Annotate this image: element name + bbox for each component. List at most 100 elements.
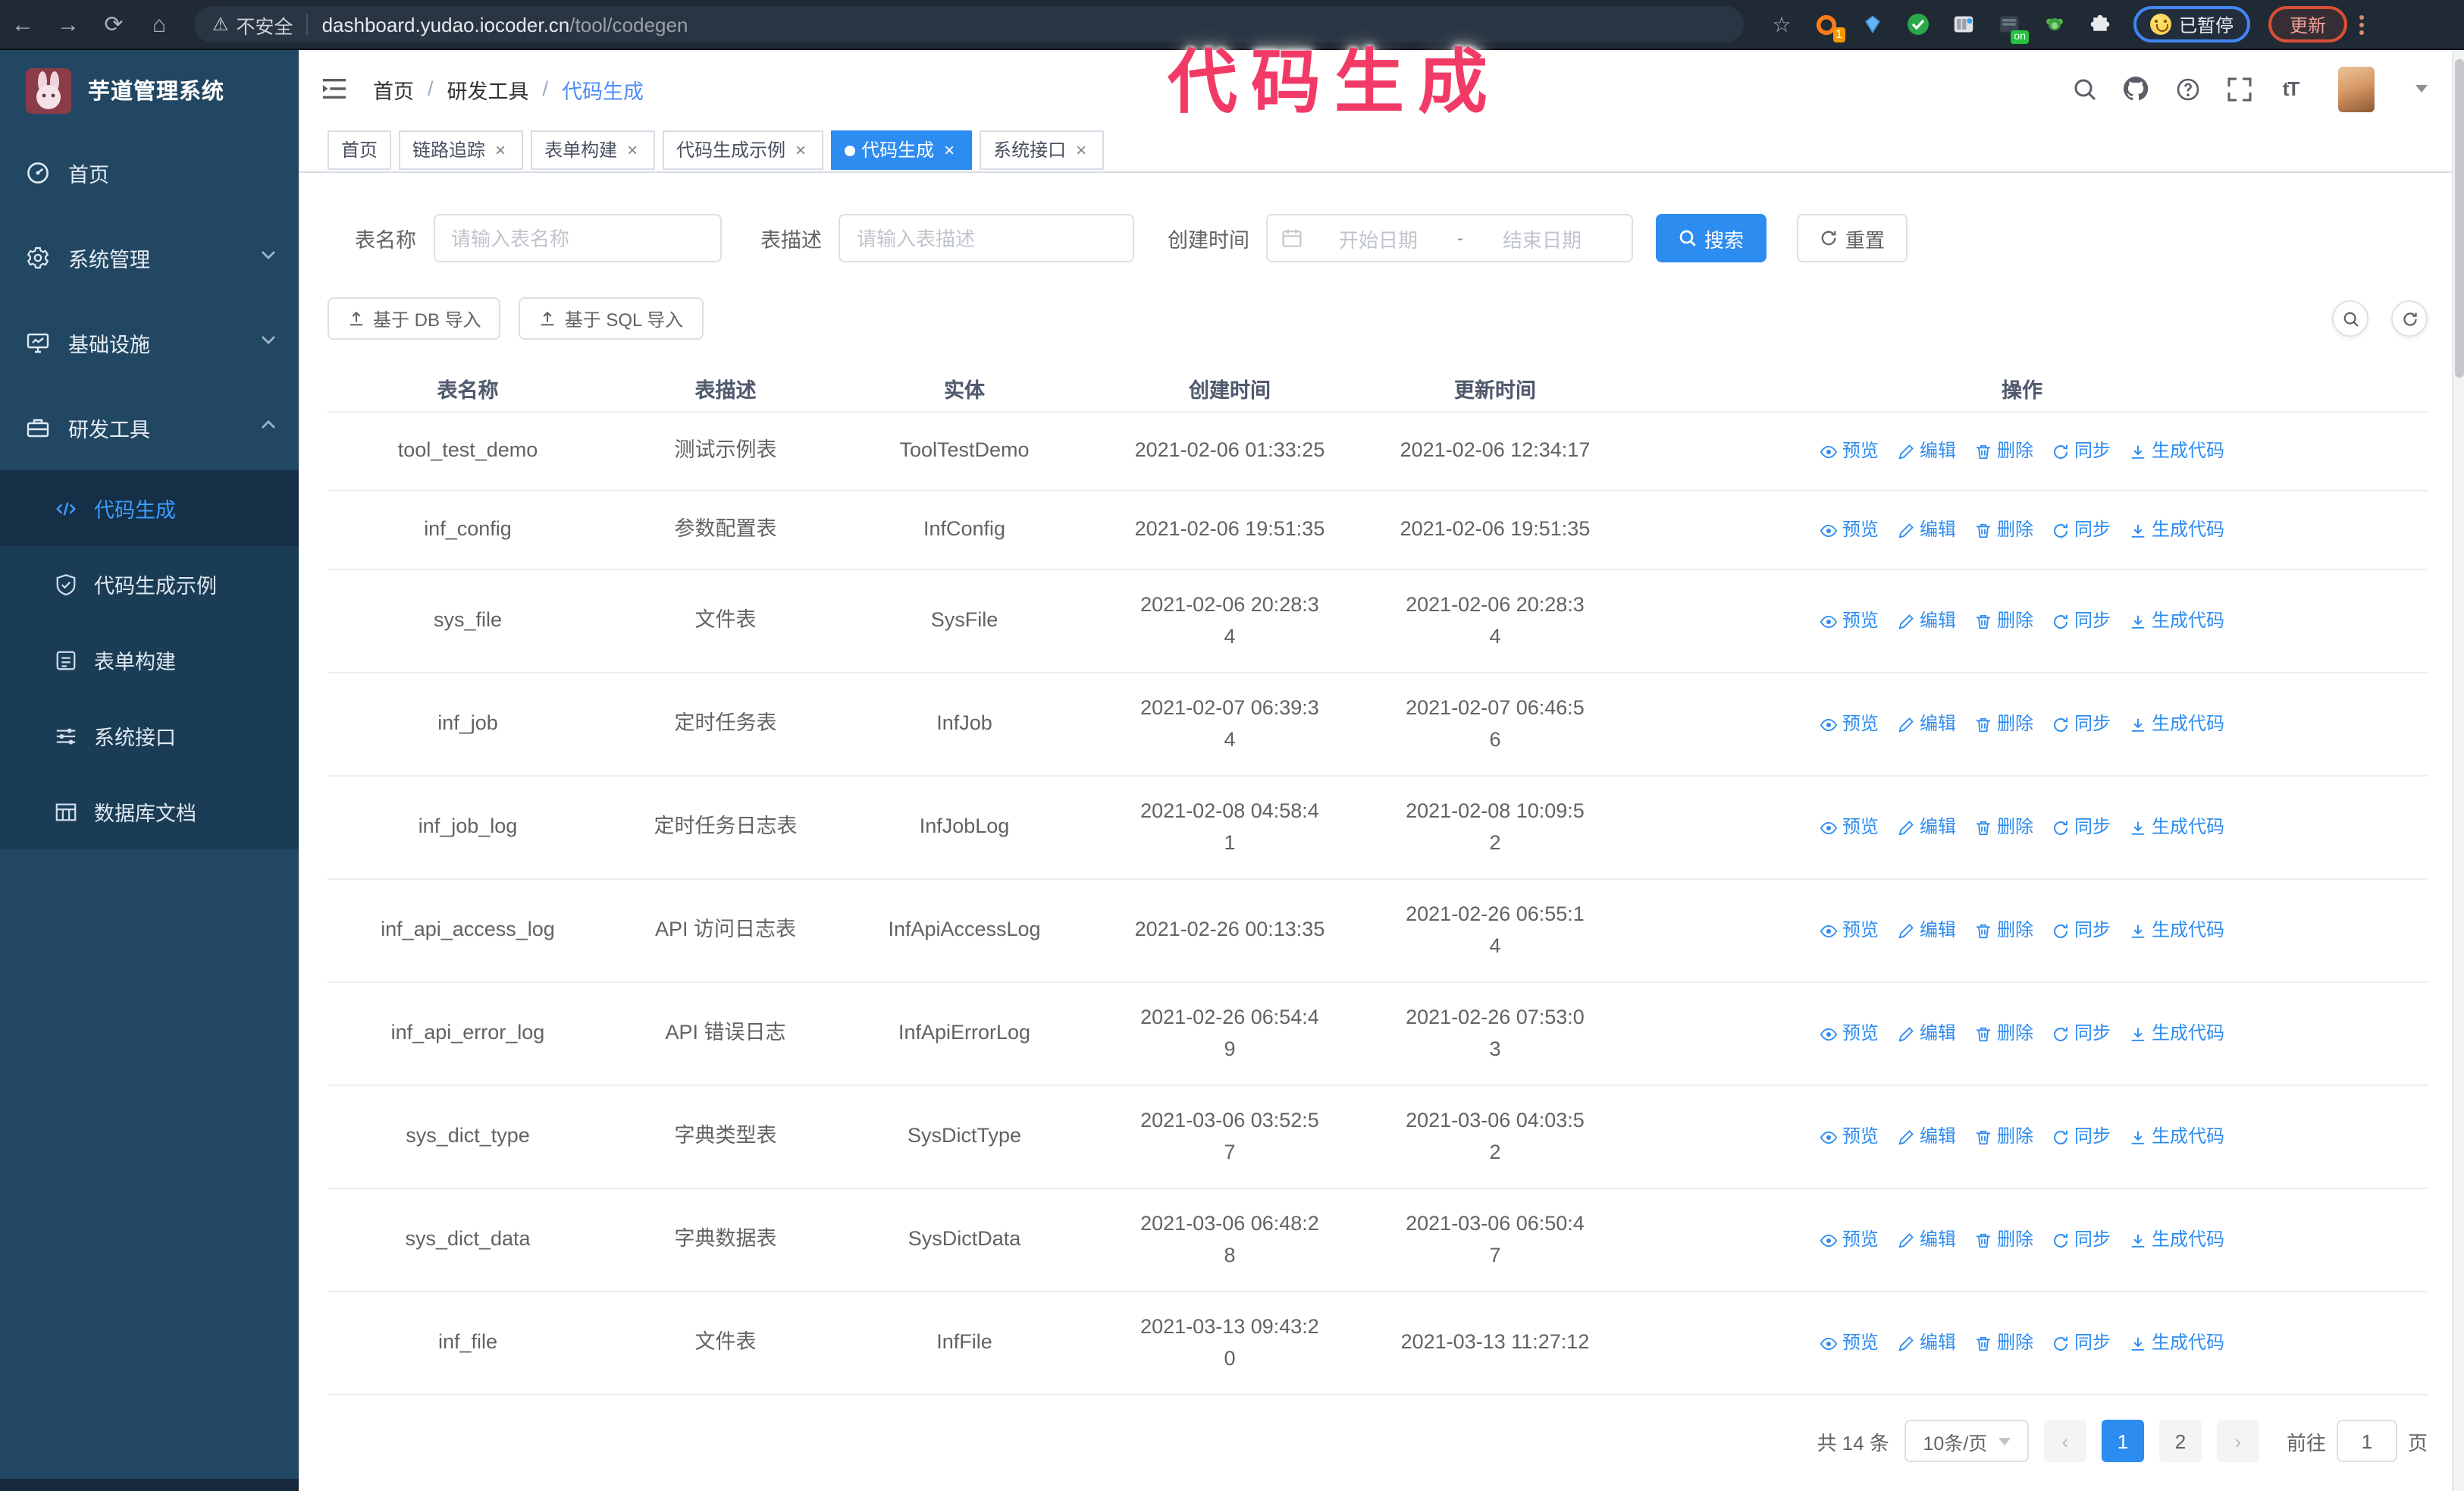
sync-link[interactable]: 同步 — [2052, 437, 2111, 465]
update-button[interactable]: 更新 — [2268, 6, 2348, 42]
edit-link[interactable]: 编辑 — [1897, 710, 1956, 738]
profile-paused-pill[interactable]: 已暂停 — [2133, 6, 2251, 42]
refresh-table-button[interactable] — [2391, 300, 2428, 337]
extension-monkey-icon[interactable] — [2041, 11, 2067, 37]
delete-link[interactable]: 删除 — [1974, 1329, 2033, 1357]
goto-page-input[interactable] — [2336, 1420, 2397, 1462]
tab-trace[interactable]: 链路追踪 × — [399, 130, 524, 170]
extension-dark-on-icon[interactable]: on — [1995, 11, 2029, 43]
sidebar-item-form-builder[interactable]: 表单构建 — [0, 622, 299, 698]
generate-code-link[interactable]: 生成代码 — [2129, 437, 2224, 465]
preview-link[interactable]: 预览 — [1820, 516, 1879, 544]
page-scrollbar[interactable] — [2452, 50, 2464, 1491]
tab-close-icon[interactable]: × — [623, 132, 641, 168]
preview-link[interactable]: 预览 — [1820, 710, 1879, 738]
delete-link[interactable]: 删除 — [1974, 516, 2033, 544]
sync-link[interactable]: 同步 — [2052, 607, 2111, 635]
edit-link[interactable]: 编辑 — [1897, 516, 1956, 544]
extensions-puzzle-icon[interactable] — [2086, 11, 2112, 37]
delete-link[interactable]: 删除 — [1974, 607, 2033, 635]
tab-close-icon[interactable]: × — [940, 132, 958, 168]
edit-link[interactable]: 编辑 — [1897, 1019, 1956, 1047]
generate-code-link[interactable]: 生成代码 — [2129, 607, 2224, 635]
page-button-2[interactable]: 2 — [2158, 1420, 2202, 1462]
preview-link[interactable]: 预览 — [1820, 916, 1879, 944]
generate-code-link[interactable]: 生成代码 — [2129, 916, 2224, 944]
tab-codegen[interactable]: 代码生成 × — [831, 130, 973, 170]
fullscreen-icon[interactable] — [2226, 76, 2252, 102]
sync-link[interactable]: 同步 — [2052, 1019, 2111, 1047]
preview-link[interactable]: 预览 — [1820, 1226, 1879, 1254]
delete-link[interactable]: 删除 — [1974, 437, 2033, 465]
browser-reload-icon[interactable]: ⟳ — [91, 11, 136, 38]
sync-link[interactable]: 同步 — [2052, 710, 2111, 738]
delete-link[interactable]: 删除 — [1974, 813, 2033, 841]
browser-home-icon[interactable]: ⌂ — [136, 11, 182, 37]
preview-link[interactable]: 预览 — [1820, 607, 1879, 635]
edit-link[interactable]: 编辑 — [1897, 607, 1956, 635]
sidebar-item-system-api[interactable]: 系统接口 — [0, 698, 299, 774]
sidebar-item-infrastructure[interactable]: 基础设施 — [0, 300, 299, 385]
import-db-button[interactable]: 基于 DB 导入 — [328, 297, 501, 340]
sidebar-item-codegen-example[interactable]: 代码生成示例 — [0, 546, 299, 622]
sync-link[interactable]: 同步 — [2052, 516, 2111, 544]
preview-link[interactable]: 预览 — [1820, 1329, 1879, 1357]
page-size-select[interactable]: 10条/页 — [1904, 1420, 2029, 1462]
tab-home[interactable]: 首页 — [328, 130, 392, 170]
generate-code-link[interactable]: 生成代码 — [2129, 1122, 2224, 1150]
edit-link[interactable]: 编辑 — [1897, 813, 1956, 841]
generate-code-link[interactable]: 生成代码 — [2129, 1329, 2224, 1357]
delete-link[interactable]: 删除 — [1974, 710, 2033, 738]
hamburger-icon[interactable] — [321, 77, 347, 100]
end-date-field[interactable]: 结束日期 — [1466, 224, 1618, 253]
reset-button[interactable]: 重置 — [1797, 214, 1908, 262]
sidebar-item-dev-tools[interactable]: 研发工具 — [0, 385, 299, 470]
sync-link[interactable]: 同步 — [2052, 1329, 2111, 1357]
delete-link[interactable]: 删除 — [1974, 916, 2033, 944]
search-icon[interactable] — [2071, 76, 2097, 102]
help-icon[interactable] — [2174, 76, 2200, 102]
sidebar-item-system-management[interactable]: 系统管理 — [0, 215, 299, 300]
tab-close-icon[interactable]: × — [491, 132, 509, 168]
breadcrumb-home[interactable]: 首页 — [373, 74, 414, 104]
edit-link[interactable]: 编辑 — [1897, 1329, 1956, 1357]
generate-code-link[interactable]: 生成代码 — [2129, 710, 2224, 738]
bookmark-star-icon[interactable]: ☆ — [1765, 11, 1798, 37]
tab-codegen-example[interactable]: 代码生成示例 × — [663, 130, 824, 170]
extension-green-check-icon[interactable] — [1904, 11, 1930, 37]
edit-link[interactable]: 编辑 — [1897, 1226, 1956, 1254]
sync-link[interactable]: 同步 — [2052, 1122, 2111, 1150]
github-icon[interactable] — [2123, 76, 2149, 102]
extension-columns-icon[interactable] — [1950, 11, 1976, 37]
sync-link[interactable]: 同步 — [2052, 916, 2111, 944]
user-avatar[interactable] — [2338, 66, 2375, 111]
date-range-picker[interactable]: 开始日期 - 结束日期 — [1266, 214, 1633, 262]
next-page-button[interactable]: › — [2216, 1420, 2259, 1462]
delete-link[interactable]: 删除 — [1974, 1226, 2033, 1254]
toggle-search-button[interactable] — [2332, 300, 2368, 337]
delete-link[interactable]: 删除 — [1974, 1122, 2033, 1150]
font-size-icon[interactable]: tT — [2277, 76, 2303, 102]
start-date-field[interactable]: 开始日期 — [1303, 224, 1454, 253]
sidebar-horizontal-scrollbar[interactable] — [0, 1479, 299, 1491]
table-desc-input[interactable] — [839, 214, 1134, 262]
browser-menu-dots-icon[interactable] — [2359, 22, 2365, 27]
edit-link[interactable]: 编辑 — [1897, 1122, 1956, 1150]
tab-close-icon[interactable]: × — [1072, 132, 1090, 168]
preview-link[interactable]: 预览 — [1820, 813, 1879, 841]
prev-page-button[interactable]: ‹ — [2043, 1420, 2086, 1462]
preview-link[interactable]: 预览 — [1820, 1019, 1879, 1047]
preview-link[interactable]: 预览 — [1820, 1122, 1879, 1150]
edit-link[interactable]: 编辑 — [1897, 916, 1956, 944]
extension-gem-icon[interactable] — [1859, 11, 1885, 37]
sidebar-item-codegen[interactable]: 代码生成 — [0, 470, 299, 546]
import-sql-button[interactable]: 基于 SQL 导入 — [519, 297, 704, 340]
scrollbar-thumb[interactable] — [2455, 59, 2464, 378]
browser-back-icon[interactable]: ← — [0, 11, 45, 37]
sync-link[interactable]: 同步 — [2052, 1226, 2111, 1254]
generate-code-link[interactable]: 生成代码 — [2129, 813, 2224, 841]
breadcrumb-dev-tools[interactable]: 研发工具 — [447, 74, 529, 104]
page-button-1[interactable]: 1 — [2101, 1420, 2144, 1462]
generate-code-link[interactable]: 生成代码 — [2129, 516, 2224, 544]
search-button[interactable]: 搜索 — [1656, 214, 1767, 262]
